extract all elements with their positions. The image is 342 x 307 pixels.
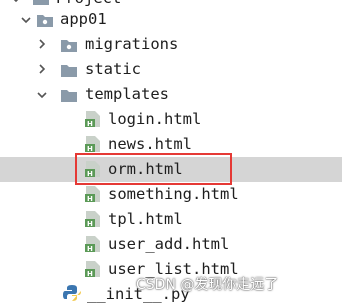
tree-item-label: login.html: [108, 110, 202, 128]
tree-item-migrations[interactable]: migrations: [0, 32, 342, 57]
svg-text:H: H: [87, 270, 93, 278]
svg-text:H: H: [87, 220, 93, 228]
html-file-icon: H: [84, 210, 102, 228]
tree-item-file[interactable]: H login.html: [0, 107, 342, 132]
chevron-down-icon[interactable]: [36, 89, 48, 101]
package-folder-icon: [60, 36, 78, 54]
tree-item-label: static: [85, 60, 141, 78]
svg-text:H: H: [87, 120, 93, 128]
tree-item-label: migrations: [85, 35, 179, 53]
folder-icon: [32, 0, 50, 7]
html-file-icon: H: [84, 260, 102, 278]
svg-text:H: H: [87, 195, 93, 203]
highlight-box: [75, 153, 232, 185]
folder-icon: [60, 86, 78, 104]
tree-item-static[interactable]: static: [0, 57, 342, 82]
tree-item-label: app01: [60, 10, 107, 28]
tree-item-label: templates: [85, 85, 169, 103]
html-file-icon: H: [84, 235, 102, 253]
tree-item-file[interactable]: H user_add.html: [0, 232, 342, 257]
svg-text:H: H: [87, 245, 93, 253]
tree-item-app01[interactable]: app01: [0, 7, 342, 32]
watermark: CSDN @发现你走远了: [136, 277, 279, 293]
svg-text:H: H: [87, 145, 93, 153]
tree-item-file[interactable]: H something.html: [0, 182, 342, 207]
tree-item-label: news.html: [108, 135, 192, 153]
html-file-icon: H: [84, 135, 102, 153]
chevron-right-icon[interactable]: [36, 38, 48, 50]
tree-item-label: something.html: [108, 185, 239, 203]
tree-item-file[interactable]: H tpl.html: [0, 207, 342, 232]
html-file-icon: H: [84, 110, 102, 128]
python-file-icon: [63, 284, 81, 302]
folder-icon: [60, 61, 78, 79]
chevron-right-icon[interactable]: [36, 63, 48, 75]
chevron-down-icon[interactable]: [10, 0, 22, 5]
chevron-down-icon[interactable]: [20, 14, 32, 26]
package-folder-icon: [36, 11, 54, 29]
tree-item-templates[interactable]: templates: [0, 82, 342, 107]
html-file-icon: H: [84, 185, 102, 203]
tree-item-label: tpl.html: [108, 210, 183, 228]
tree-item-label: user_add.html: [108, 235, 230, 253]
